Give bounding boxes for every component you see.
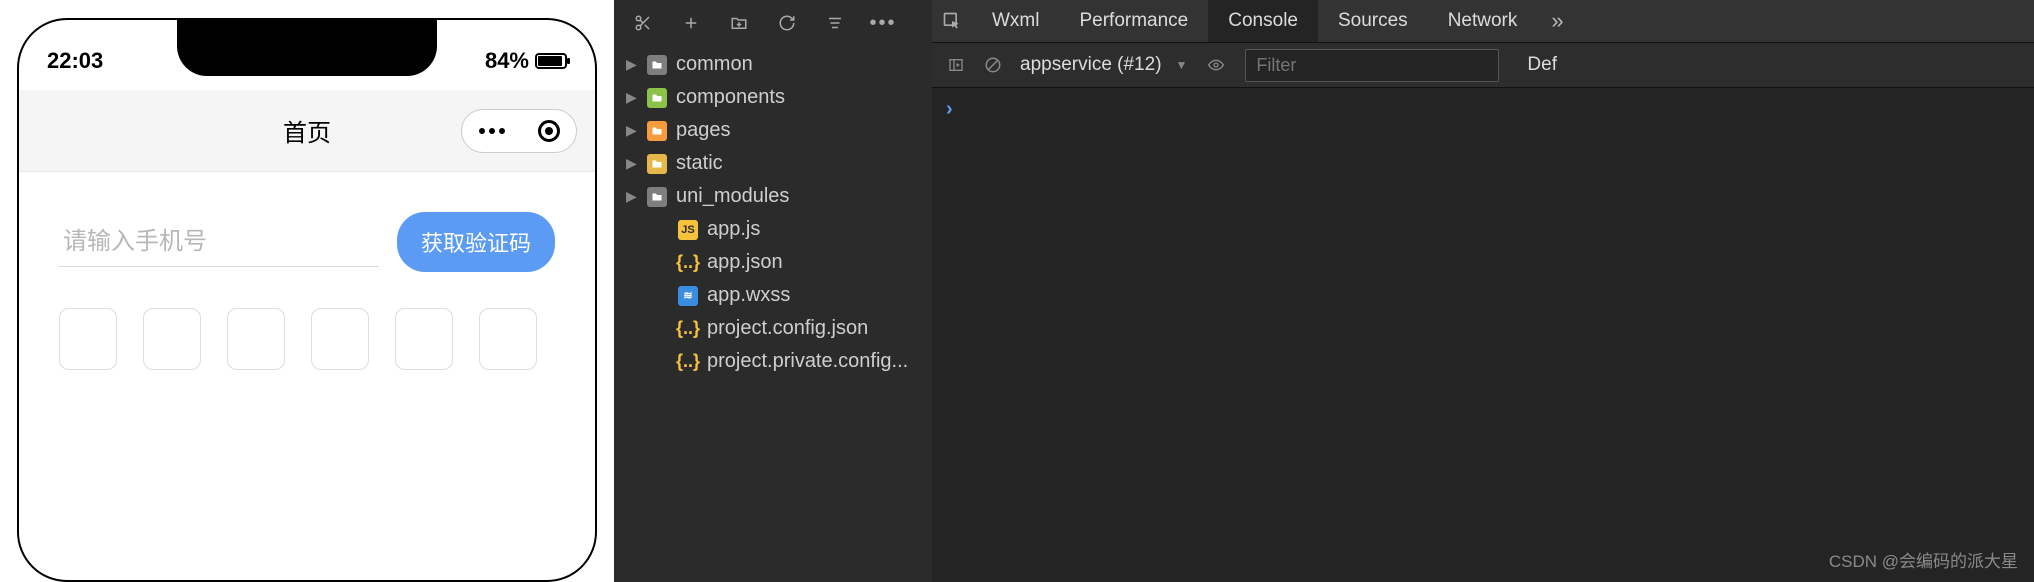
folder-icon [647,187,667,207]
phone-notch [177,18,437,76]
levels-label[interactable]: Def [1527,54,1557,76]
file-name: static [676,152,723,175]
json-file-icon: {..} [678,253,698,273]
file-row[interactable]: ▶{..}project.config.json [620,312,926,345]
otp-box[interactable] [311,308,369,370]
js-file-icon: JS [678,220,698,240]
folder-icon [647,55,667,75]
otp-input-row [59,308,555,370]
chevron-down-icon: ▼ [1176,58,1188,72]
wxss-file-icon: ≋ [678,286,698,306]
devtools-panel: WxmlPerformanceConsoleSourcesNetwork » a… [932,0,2034,582]
collapse-icon[interactable] [824,12,846,34]
tab-sources[interactable]: Sources [1318,0,1428,42]
tabs-overflow-icon[interactable]: » [1537,8,1577,34]
chevron-right-icon: ▶ [626,122,638,139]
file-explorer-panel: ••• ▶ common ▶ components ▶ pages ▶ static ▶ uni_… [614,0,932,582]
nav-bar: 首页 [19,90,595,172]
file-name: project.private.config... [707,350,908,373]
plus-icon[interactable] [680,12,702,34]
file-explorer-toolbar: ••• [614,6,932,44]
phone-simulator-panel: 22:03 84% 首页 获取验证码 [0,0,614,582]
folder-row[interactable]: ▶ common [620,48,926,81]
page-body: 获取验证码 [19,172,595,370]
new-folder-icon[interactable] [728,12,750,34]
chevron-right-icon: ▶ [626,89,638,106]
watermark: CSDN @会编码的派大星 [1829,547,2018,572]
file-name: components [676,86,785,109]
console-prompt-icon: › [946,98,953,120]
page-title: 首页 [283,113,331,148]
file-row[interactable]: ▶≋app.wxss [620,279,926,312]
tab-console[interactable]: Console [1208,0,1318,42]
file-name: uni_modules [676,185,789,208]
clear-console-icon[interactable] [984,56,1002,74]
context-label: appservice (#12) [1020,54,1162,76]
chevron-right-icon: ▶ [626,56,638,73]
close-target-icon[interactable] [538,120,560,142]
folder-icon [647,88,667,108]
phone-input-row: 获取验证码 [59,212,555,272]
folder-row[interactable]: ▶ components [620,81,926,114]
json-file-icon: {..} [678,319,698,339]
folder-row[interactable]: ▶ uni_modules [620,180,926,213]
file-row[interactable]: ▶JSapp.js [620,213,926,246]
capsule-button[interactable] [461,109,577,153]
menu-dots-icon[interactable] [479,128,505,134]
tab-network[interactable]: Network [1428,0,1538,42]
otp-box[interactable] [395,308,453,370]
file-name: app.json [707,251,783,274]
file-name: project.config.json [707,317,868,340]
file-name: pages [676,119,731,142]
file-name: app.js [707,218,760,241]
battery-icon [535,53,567,69]
phone-frame: 22:03 84% 首页 获取验证码 [17,18,597,582]
otp-box[interactable] [227,308,285,370]
chevron-right-icon: ▶ [626,155,638,172]
eye-icon[interactable] [1205,57,1227,73]
file-tree: ▶ common ▶ components ▶ pages ▶ static ▶ uni_modu… [614,44,932,382]
refresh-icon[interactable] [776,12,798,34]
console-toolbar: appservice (#12) ▼ Def [932,42,2034,88]
file-row[interactable]: ▶{..}project.private.config... [620,345,926,378]
console-body[interactable]: › CSDN @会编码的派大星 [932,88,2034,582]
otp-box[interactable] [479,308,537,370]
file-name: app.wxss [707,284,790,307]
scissors-icon[interactable] [632,12,654,34]
status-time: 22:03 [47,48,103,74]
battery-percentage: 84% [485,48,529,74]
tab-wxml[interactable]: Wxml [972,0,1059,42]
more-icon[interactable]: ••• [872,12,894,34]
battery-indicator: 84% [485,48,567,74]
element-picker-icon[interactable] [932,11,972,31]
folder-icon [647,121,667,141]
file-name: common [676,53,753,76]
file-row[interactable]: ▶{..}app.json [620,246,926,279]
folder-row[interactable]: ▶ pages [620,114,926,147]
toggle-sidebar-icon[interactable] [946,57,966,73]
folder-row[interactable]: ▶ static [620,147,926,180]
otp-box[interactable] [143,308,201,370]
context-selector[interactable]: appservice (#12) ▼ [1020,54,1187,76]
get-code-button[interactable]: 获取验证码 [397,212,555,272]
folder-icon [647,154,667,174]
tab-performance[interactable]: Performance [1059,0,1208,42]
json-file-icon: {..} [678,352,698,372]
otp-box[interactable] [59,308,117,370]
devtools-tabs: WxmlPerformanceConsoleSourcesNetwork » [932,0,2034,42]
console-filter-input[interactable] [1245,49,1499,82]
chevron-right-icon: ▶ [626,188,638,205]
phone-number-input[interactable] [59,218,379,267]
